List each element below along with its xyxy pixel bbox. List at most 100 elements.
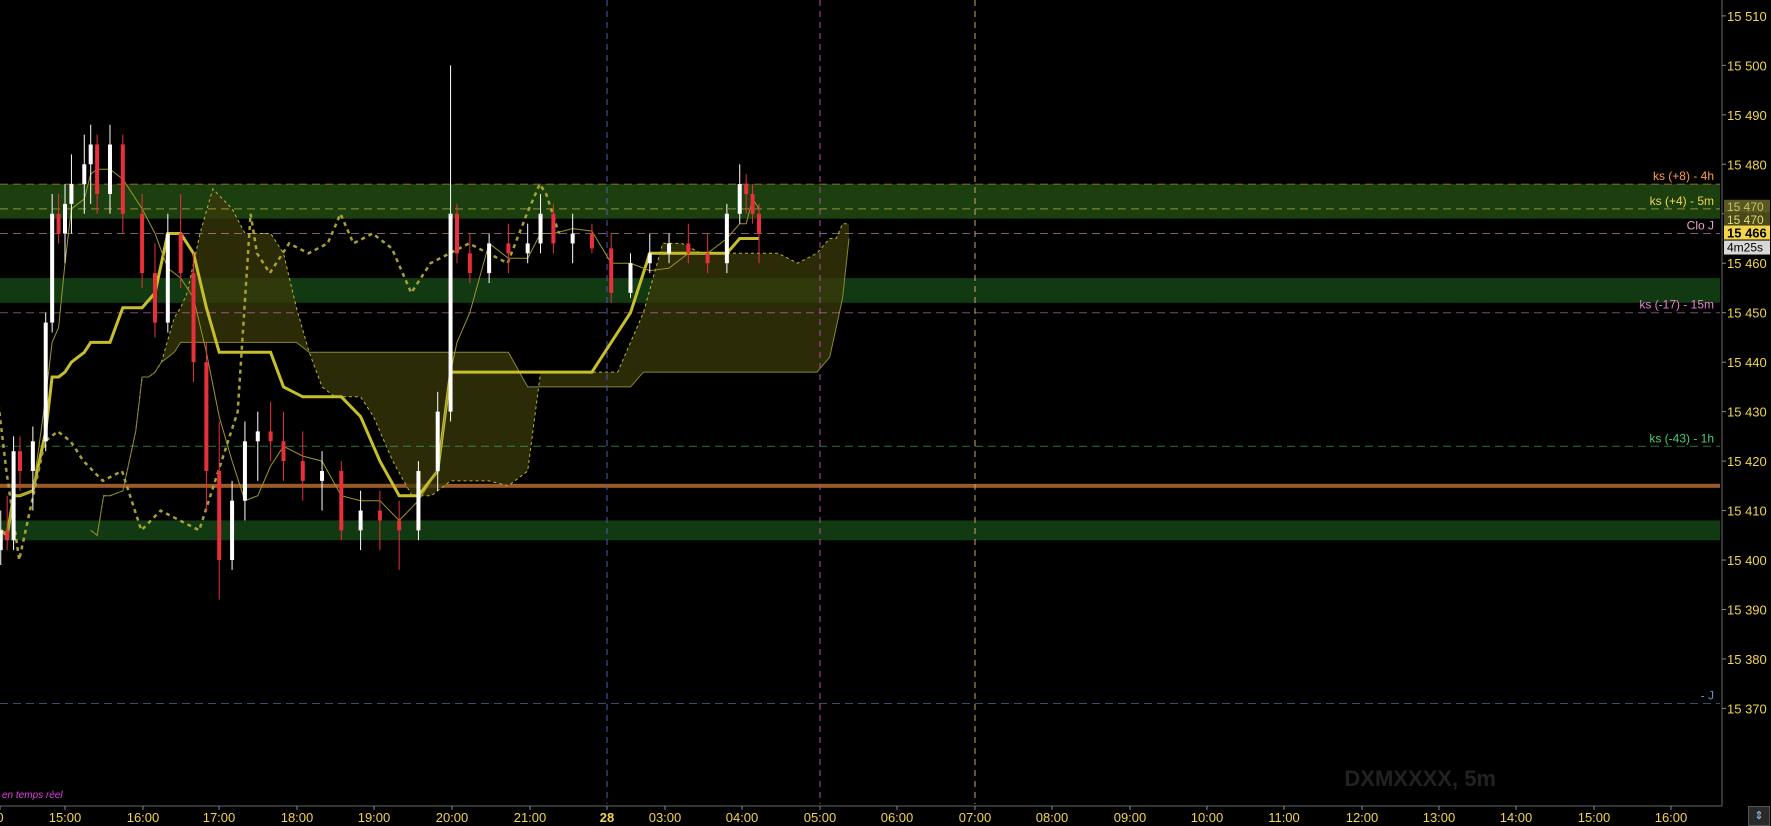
candle-body <box>454 213 459 254</box>
level-label: ks (+4) - 5m <box>1650 194 1714 208</box>
time-tick-label: 14:00 <box>1500 810 1533 825</box>
time-tick-label: 16:00 <box>1655 810 1688 825</box>
time-tick-label: 15:00 <box>1578 810 1611 825</box>
candle-body <box>435 411 440 471</box>
price-tick-label: 15 490 <box>1727 108 1767 123</box>
current-price-label: 15 466 <box>1727 226 1767 241</box>
time-tick-label: 28 <box>600 810 614 825</box>
price-axis[interactable]: 15 370 15 380 15 390 15 400 15 410 15 420 15 4… <box>1721 0 1767 806</box>
candle-body <box>95 144 100 194</box>
time-tick-label: 10:00 <box>1191 810 1224 825</box>
time-axis[interactable]: 0 15:00 16:00 17:00 18:00 19:00 20:00 21:00 28 03… <box>0 805 1722 825</box>
candle-body <box>737 184 742 214</box>
candle-body <box>268 431 273 442</box>
time-tick-label: 08:00 <box>1036 810 1069 825</box>
candle-body <box>339 470 344 531</box>
price-tick-label: 15 430 <box>1727 405 1767 420</box>
candle-body <box>11 451 16 541</box>
candle-body <box>609 248 614 293</box>
candle-body <box>667 243 672 254</box>
candle-body <box>107 144 112 194</box>
candle-body <box>538 213 543 244</box>
candle-body <box>63 203 67 234</box>
candle-body <box>397 520 402 531</box>
candle-body <box>191 273 196 363</box>
candle-body <box>69 184 74 204</box>
price-tick-label: 15 510 <box>1727 9 1767 24</box>
candle-body <box>525 243 530 254</box>
time-tick-label: 21:00 <box>514 810 547 825</box>
price-tick-label: 15 390 <box>1727 602 1767 617</box>
candle-body <box>570 233 575 244</box>
level-label: ks (-17) - 15m <box>1639 298 1714 312</box>
level-label: ks (+8) - 4h <box>1653 169 1714 183</box>
candle-body <box>551 213 556 244</box>
candle-body <box>242 441 247 501</box>
level-label: - J <box>1701 688 1714 702</box>
candle-body <box>18 451 23 471</box>
time-tick-label: 12:00 <box>1346 810 1379 825</box>
time-tick-label: 16:00 <box>127 810 160 825</box>
price-tick-label: 15 440 <box>1727 355 1767 370</box>
candle-body <box>358 510 363 531</box>
candle-body <box>230 500 235 561</box>
price-tick-label: 15 500 <box>1727 58 1767 73</box>
zone-band <box>0 520 1720 541</box>
price-tick-label: 15 450 <box>1727 306 1767 321</box>
symbol-watermark: DXMXXXX, 5m <box>1344 766 1496 791</box>
time-tick-label: 04:00 <box>726 810 759 825</box>
level-label: ks (-43) - 1h <box>1649 431 1714 445</box>
candle-body <box>82 164 87 185</box>
time-tick-label: 07:00 <box>959 810 992 825</box>
candle-body <box>281 441 286 462</box>
candle-body <box>178 233 183 274</box>
time-tick-label: 06:00 <box>881 810 914 825</box>
scale-toggle-icon[interactable]: ⇕ <box>1748 806 1770 826</box>
candle-body <box>120 144 125 214</box>
price-tick-label: 15 370 <box>1727 701 1767 716</box>
time-tick-label: 09:00 <box>1114 810 1147 825</box>
price-tag-ks5m: 15 470 <box>1727 200 1764 214</box>
price-tags: 15 47015 47015 4664m25s <box>1724 199 1770 255</box>
countdown-label: 4m25s <box>1727 241 1763 255</box>
candle-body <box>30 441 35 471</box>
time-tick-label: 11:00 <box>1268 810 1300 825</box>
candle-body <box>300 461 305 481</box>
candle-body <box>0 530 3 551</box>
candle-body <box>744 184 749 194</box>
candle-body <box>88 144 93 165</box>
candle-body <box>506 243 511 254</box>
time-tick-label: 05:00 <box>804 810 837 825</box>
candle-body <box>50 213 55 323</box>
chart-canvas[interactable]: ks (+8) - 4h ks (+4) - 5m Clo J ks (-17) - … <box>0 0 1771 826</box>
price-tick-label: 15 460 <box>1727 256 1767 271</box>
price-tick-label: 15 480 <box>1727 157 1767 172</box>
candle-body <box>377 510 382 521</box>
time-tick-label: 17:00 <box>203 810 236 825</box>
candle-body <box>5 530 10 541</box>
time-tick-label: 0 <box>0 810 4 825</box>
time-tick-label: 18:00 <box>281 810 314 825</box>
time-tick-label: 19:00 <box>358 810 391 825</box>
candle-body <box>724 213 729 264</box>
candle-body <box>750 193 755 214</box>
candle-body <box>140 213 145 274</box>
time-tick-label: 13:00 <box>1423 810 1456 825</box>
candle-body <box>255 431 260 442</box>
level-lines: ks (+8) - 4h ks (+4) - 5m Clo J ks (-17) - … <box>0 0 1720 804</box>
price-tick-label: 15 410 <box>1727 504 1767 519</box>
candle-body <box>757 213 762 234</box>
candle-body <box>416 470 421 531</box>
zone-band <box>0 184 1720 219</box>
candle-body <box>320 470 325 481</box>
time-tick-label: 03:00 <box>649 810 682 825</box>
candle-body <box>467 253 472 274</box>
candle-body <box>217 470 222 561</box>
time-tick-label: 15:00 <box>49 810 82 825</box>
candle-body <box>448 213 453 412</box>
candle-body <box>628 263 633 293</box>
candle-body <box>589 233 594 249</box>
candle-body <box>152 273 157 323</box>
candle-body <box>56 213 61 234</box>
candle-body <box>705 253 710 264</box>
